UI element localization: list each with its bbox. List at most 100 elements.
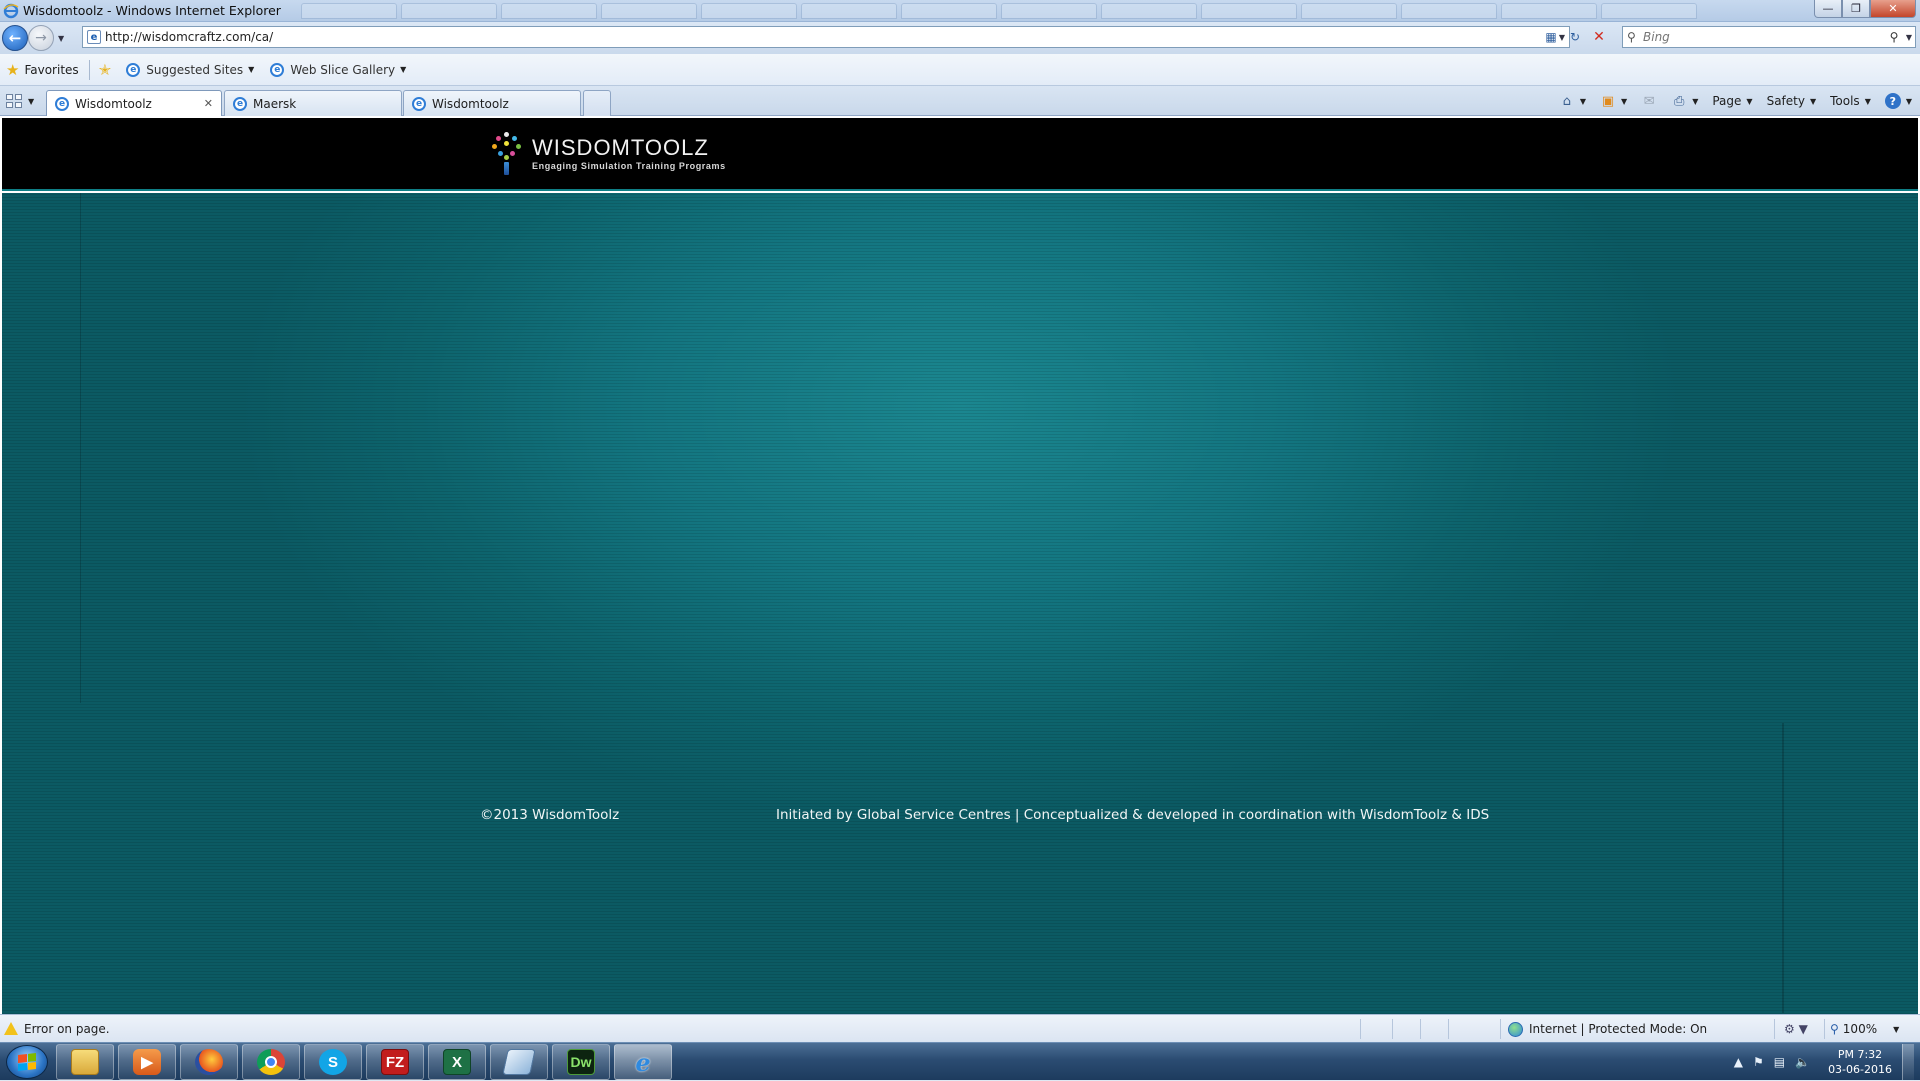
- warning-icon[interactable]: [4, 1022, 18, 1035]
- system-clock[interactable]: PM 7:32 03-06-2016: [1828, 1047, 1892, 1077]
- forward-button[interactable]: →: [28, 25, 54, 51]
- taskbar-app-internet-explorer[interactable]: e: [614, 1044, 672, 1080]
- chevron-down-icon: ▼: [1692, 96, 1699, 106]
- clock-time: PM 7:32: [1837, 1048, 1883, 1061]
- tab-wisdomtoolz-active[interactable]: e Wisdomtoolz ✕: [46, 90, 222, 116]
- favorites-item-label: Suggested Sites: [146, 62, 244, 77]
- brand-name: WISDOMTOOLZ: [532, 135, 709, 160]
- taskbar-app-dreamweaver[interactable]: Dw: [552, 1044, 610, 1080]
- navigation-bar: ← → ▼ e http://wisdomcraftz.com/ca/ ▼ ▦ …: [0, 22, 1920, 54]
- tools-menu-label: Tools: [1830, 94, 1860, 108]
- home-button[interactable]: ⌂ ▼: [1555, 93, 1590, 109]
- page-menu[interactable]: Page ▼: [1708, 94, 1756, 108]
- status-message[interactable]: Error on page.: [24, 1022, 110, 1036]
- windows-logo-icon: [18, 1053, 36, 1071]
- security-zone[interactable]: Internet | Protected Mode: On: [1508, 1015, 1707, 1043]
- print-button[interactable]: ⎙ ▼: [1667, 93, 1702, 109]
- tab-bar: ▼ e Wisdomtoolz ✕ e Maersk e Wisdomtoolz…: [0, 86, 1920, 116]
- add-favorite-star-icon: ✭: [98, 60, 112, 79]
- safety-menu[interactable]: Safety ▼: [1763, 94, 1821, 108]
- favorites-bar: ★ Favorites ✭ e Suggested Sites ▼ e Web …: [0, 54, 1920, 86]
- site-header: WISDOMTOOLZ Engaging Simulation Training…: [2, 118, 1918, 191]
- zoom-level-label: 100%: [1842, 1022, 1878, 1036]
- taskbar-app-chrome[interactable]: [242, 1044, 300, 1080]
- zoom-dropdown-icon[interactable]: ▼: [1893, 1025, 1899, 1034]
- tab-label: Wisdomtoolz: [432, 96, 509, 111]
- taskbar-app-notepad[interactable]: [490, 1044, 548, 1080]
- show-desktop-button[interactable]: [1902, 1044, 1914, 1080]
- protected-mode-settings-icon[interactable]: ⚙ ▼: [1784, 1022, 1808, 1036]
- site-logo[interactable]: WISDOMTOOLZ Engaging Simulation Training…: [490, 132, 726, 176]
- refresh-icon[interactable]: ↻: [1564, 26, 1586, 48]
- media-player-icon: ▶: [133, 1049, 161, 1075]
- web-page-viewport: WISDOMTOOLZ Engaging Simulation Training…: [0, 116, 1920, 1014]
- minimize-button[interactable]: —: [1814, 0, 1842, 18]
- chevron-down-icon: ▼: [1621, 96, 1628, 106]
- tab-favicon-icon: e: [233, 96, 247, 111]
- taskbar-app-filezilla[interactable]: FZ: [366, 1044, 424, 1080]
- help-menu[interactable]: ? ▼: [1881, 93, 1916, 109]
- new-tab-button[interactable]: [583, 90, 611, 116]
- compatibility-view-icon[interactable]: ▦: [1540, 26, 1562, 48]
- page-menu-label: Page: [1712, 94, 1742, 108]
- background-window-tabs: [300, 2, 1697, 19]
- tools-menu[interactable]: Tools ▼: [1826, 94, 1875, 108]
- filezilla-icon: FZ: [381, 1049, 409, 1075]
- dreamweaver-icon: Dw: [567, 1049, 595, 1075]
- quick-tabs-button[interactable]: ▼: [6, 91, 42, 111]
- taskbar-app-excel[interactable]: X: [428, 1044, 486, 1080]
- show-hidden-icons-icon[interactable]: ▲: [1734, 1055, 1743, 1069]
- tab-wisdomtoolz[interactable]: e Wisdomtoolz: [403, 90, 581, 116]
- tab-favicon-icon: e: [412, 96, 426, 111]
- zoom-level-control[interactable]: ⚲ 100% ▼: [1830, 1015, 1899, 1043]
- search-icon[interactable]: ⚲: [1885, 30, 1903, 44]
- safety-menu-label: Safety: [1766, 94, 1805, 108]
- taskbar-app-firefox[interactable]: [180, 1044, 238, 1080]
- chevron-down-icon: ▼: [1746, 96, 1753, 106]
- site-content-area: ©2013 WisdomToolz Initiated by Global Se…: [2, 193, 1918, 1014]
- taskbar-app-explorer[interactable]: [56, 1044, 114, 1080]
- restore-button[interactable]: ❐: [1842, 0, 1870, 18]
- read-mail-button[interactable]: ✉: [1637, 93, 1661, 109]
- favorites-label: Favorites: [24, 62, 79, 77]
- internet-explorer-icon: [3, 3, 19, 19]
- network-icon[interactable]: ▤: [1774, 1055, 1785, 1069]
- action-center-flag-icon[interactable]: ⚑: [1753, 1055, 1764, 1069]
- firefox-icon: [195, 1049, 223, 1075]
- tab-maersk[interactable]: e Maersk: [224, 90, 402, 116]
- address-url[interactable]: http://wisdomcraftz.com/ca/: [105, 30, 1555, 44]
- address-bar[interactable]: e http://wisdomcraftz.com/ca/ ▼: [82, 26, 1570, 48]
- taskbar-app-media-player[interactable]: ▶: [118, 1044, 176, 1080]
- mail-icon: ✉: [1643, 93, 1655, 109]
- chevron-down-icon: ▼: [1864, 96, 1871, 106]
- close-window-button[interactable]: ✕: [1870, 0, 1916, 18]
- search-input[interactable]: [1643, 30, 1885, 44]
- printer-icon: ⎙: [1674, 93, 1685, 109]
- add-to-favorites-bar-button[interactable]: ✭: [94, 61, 122, 79]
- favorites-item-label: Web Slice Gallery: [290, 62, 396, 77]
- excel-icon: X: [443, 1049, 471, 1075]
- close-tab-icon[interactable]: ✕: [204, 97, 213, 110]
- search-provider-icon: ⚲: [1627, 30, 1636, 44]
- taskbar-app-skype[interactable]: S: [304, 1044, 362, 1080]
- command-bar: ⌂ ▼ ▣ ▼ ✉ ⎙ ▼ Page ▼ Safety ▼ Tools ▼ ? ▼: [1555, 90, 1916, 112]
- recent-pages-dropdown[interactable]: ▼: [58, 34, 64, 43]
- tab-list-dropdown-icon[interactable]: ▼: [28, 97, 34, 106]
- chevron-down-icon: ▼: [400, 65, 407, 74]
- chevron-down-icon: ▼: [1905, 96, 1912, 106]
- back-button[interactable]: ←: [2, 25, 28, 51]
- home-icon: ⌂: [1562, 93, 1572, 109]
- clock-date: 03-06-2016: [1828, 1063, 1892, 1076]
- feeds-button[interactable]: ▣ ▼: [1596, 94, 1631, 109]
- stop-icon[interactable]: ✕: [1588, 26, 1610, 48]
- start-button[interactable]: [6, 1045, 48, 1079]
- volume-icon[interactable]: 🔈: [1795, 1055, 1810, 1069]
- favorites-button[interactable]: ★ Favorites: [0, 58, 85, 82]
- favorites-item-suggested-sites[interactable]: e Suggested Sites ▼: [121, 62, 259, 77]
- chevron-down-icon: ▼: [1809, 96, 1817, 106]
- search-options-dropdown-icon[interactable]: ▼: [1903, 33, 1915, 42]
- favorites-item-web-slice-gallery[interactable]: e Web Slice Gallery ▼: [265, 62, 411, 77]
- footer-copyright: ©2013 WisdomToolz: [480, 807, 620, 823]
- search-box[interactable]: ⚲ ⚲ ▼: [1622, 26, 1916, 48]
- tab-label: Wisdomtoolz: [75, 96, 152, 111]
